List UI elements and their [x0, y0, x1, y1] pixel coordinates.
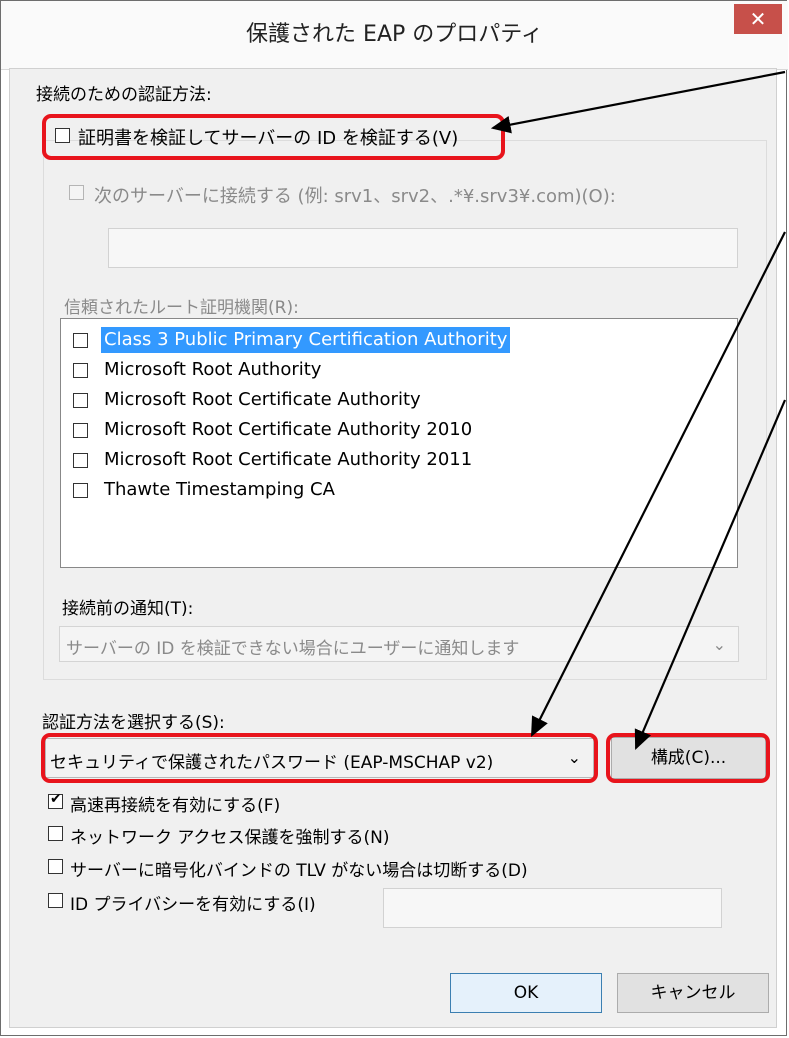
arrow-to-verify-cert	[490, 70, 786, 134]
arrow-to-configure	[634, 399, 787, 751]
annotation-arrows	[490, 70, 787, 751]
arrow-to-auth-method	[531, 231, 786, 737]
